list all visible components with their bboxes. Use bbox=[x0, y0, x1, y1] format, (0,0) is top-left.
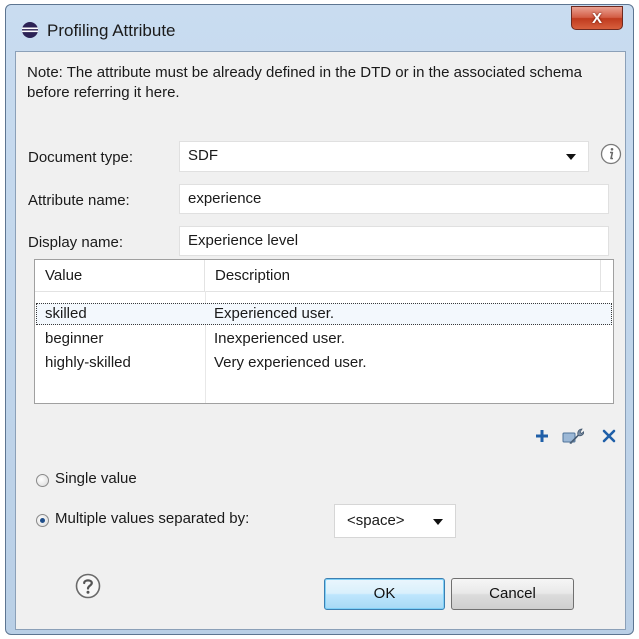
dialog-content: Note: The attribute must be already defi… bbox=[15, 51, 626, 630]
table-header: Value Description bbox=[35, 260, 613, 292]
table-row[interactable]: highly-skilled Very experienced user. bbox=[36, 352, 612, 374]
separator-value: <space> bbox=[347, 512, 405, 529]
eclipse-icon bbox=[22, 22, 38, 38]
note-text: Note: The attribute must be already defi… bbox=[27, 64, 583, 101]
close-icon[interactable] bbox=[602, 429, 616, 443]
attribute-name-value: experience bbox=[188, 190, 262, 207]
single-value-label: Single value bbox=[55, 470, 137, 487]
dialog-window: Profiling Attribute X Note: The attribut… bbox=[5, 4, 634, 635]
display-name-value: Experience level bbox=[188, 232, 299, 249]
document-type-value: SDF bbox=[188, 147, 218, 164]
multiple-values-radio[interactable] bbox=[36, 514, 49, 527]
help-icon[interactable] bbox=[75, 573, 101, 599]
display-name-input[interactable]: Experience level bbox=[179, 226, 609, 256]
cancel-button[interactable]: Cancel bbox=[451, 578, 574, 610]
display-name-label: Display name: bbox=[28, 234, 124, 251]
ok-button[interactable]: OK bbox=[324, 578, 445, 610]
chevron-down-icon bbox=[433, 519, 443, 525]
row-description: Very experienced user. bbox=[214, 354, 367, 371]
attribute-name-label: Attribute name: bbox=[28, 192, 130, 209]
chevron-down-icon bbox=[566, 154, 576, 160]
attribute-name-input[interactable]: experience bbox=[179, 184, 609, 214]
document-type-select[interactable]: SDF bbox=[179, 141, 589, 172]
values-table: Value Description skilled Experienced us… bbox=[34, 259, 614, 404]
row-description: Experienced user. bbox=[214, 305, 335, 322]
close-icon: X bbox=[591, 9, 602, 27]
title-bar[interactable]: Profiling Attribute X bbox=[6, 5, 633, 51]
window-close-button[interactable]: X bbox=[571, 6, 623, 30]
row-value: skilled bbox=[45, 305, 87, 322]
column-header-value[interactable]: Value bbox=[35, 260, 205, 291]
table-row[interactable]: beginner Inexperienced user. bbox=[36, 328, 612, 350]
single-value-radio[interactable] bbox=[36, 474, 49, 487]
info-icon[interactable] bbox=[600, 143, 622, 165]
row-value: beginner bbox=[45, 330, 104, 347]
column-header-description[interactable]: Description bbox=[205, 260, 601, 291]
row-description: Inexperienced user. bbox=[214, 330, 345, 347]
row-value: highly-skilled bbox=[45, 354, 131, 371]
wrench-icon[interactable] bbox=[562, 426, 584, 446]
multiple-values-label: Multiple values separated by: bbox=[55, 510, 250, 527]
separator-select[interactable]: <space> bbox=[334, 504, 456, 538]
document-type-label: Document type: bbox=[28, 149, 134, 166]
table-row[interactable]: skilled Experienced user. bbox=[36, 303, 612, 325]
plus-icon[interactable] bbox=[535, 429, 549, 443]
window-title: Profiling Attribute bbox=[47, 21, 176, 40]
